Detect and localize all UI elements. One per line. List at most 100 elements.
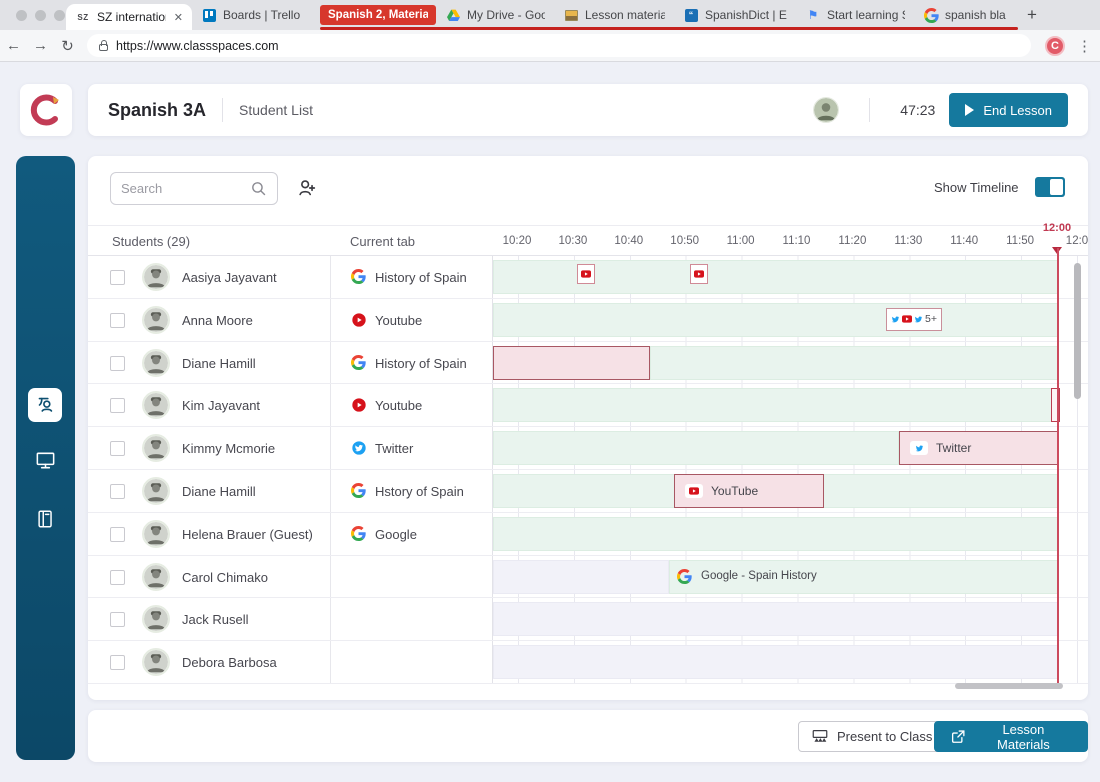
tab-close-icon[interactable]: ✕ — [174, 11, 183, 24]
browser-tab[interactable]: Boards | Trello — [192, 0, 320, 30]
current-tab-label: Twitter — [375, 441, 414, 457]
tab-favicon-image-icon — [563, 7, 579, 23]
timeline-youtube-marker[interactable] — [690, 264, 708, 284]
student-avatar — [142, 562, 170, 591]
new-tab-button[interactable]: + — [1018, 0, 1046, 30]
reload-button[interactable]: ↻ — [54, 37, 81, 55]
student-avatar — [142, 348, 170, 377]
timeline-strip — [492, 641, 1080, 683]
table-row[interactable]: Kim Jayavant Youtube — [88, 384, 1088, 428]
browser-toolbar: ← → ↻ https://www.classspaces.com C ⋮ — [0, 30, 1100, 62]
browser-tab[interactable]: My Drive - Google Driv — [436, 0, 554, 30]
minimize-window-button[interactable] — [35, 10, 46, 21]
horizontal-scrollbar[interactable] — [955, 683, 1063, 689]
time-tick-label: 11:20 — [838, 235, 867, 247]
table-row[interactable]: Anna Moore Youtube 5+ — [88, 298, 1088, 342]
timeline-event-sliver[interactable] — [1051, 388, 1060, 423]
back-button[interactable]: ← — [0, 37, 27, 54]
app-sidebar — [16, 156, 75, 760]
student-name: Debora Barbosa — [182, 655, 277, 671]
row-checkbox[interactable] — [110, 355, 125, 371]
end-lesson-button[interactable]: End Lesson — [949, 93, 1068, 127]
current-tab-cell: Youtube — [330, 384, 492, 427]
student-avatar — [142, 519, 170, 548]
row-checkbox[interactable] — [110, 270, 125, 285]
row-checkbox[interactable] — [110, 526, 125, 542]
timeline-active-bar — [493, 431, 899, 466]
row-checkbox[interactable] — [110, 655, 125, 671]
timeline-strip — [492, 341, 1080, 384]
browser-tab[interactable]: spanish bla - Google S — [914, 0, 1018, 30]
lesson-materials-button[interactable]: Lesson Materials — [934, 721, 1088, 752]
student-name: Diane Hamill — [182, 355, 256, 371]
sidebar-item-screens[interactable] — [33, 448, 58, 473]
maximize-window-button[interactable] — [54, 10, 65, 21]
row-checkbox[interactable] — [110, 483, 125, 499]
table-row[interactable]: Jack Rusell — [88, 598, 1088, 642]
browser-tab[interactable]: SZ SZ international ✕ — [66, 4, 192, 30]
browser-tab[interactable]: “ SpanishDict | English t — [674, 0, 796, 30]
table-row[interactable]: Carol Chimako Google - Spain History — [88, 555, 1088, 599]
show-timeline-toggle[interactable] — [1035, 177, 1065, 197]
table-row[interactable]: Diane Hamill History of Spain — [88, 341, 1088, 385]
row-checkbox[interactable] — [110, 441, 125, 457]
sidebar-item-materials[interactable] — [33, 506, 58, 531]
present-to-class-button[interactable]: Present to Class — [798, 721, 946, 752]
search-box[interactable] — [110, 172, 278, 205]
student-name: Aasiya Jayavant — [182, 270, 277, 285]
lesson-timer: 47:23 — [900, 102, 936, 118]
header-divider-2 — [869, 98, 871, 122]
search-input[interactable] — [121, 181, 250, 196]
add-student-button[interactable] — [296, 177, 318, 204]
browser-profile-avatar[interactable]: C — [1045, 35, 1065, 56]
timeline-youtube-chip[interactable]: YouTube — [674, 473, 824, 508]
window-controls[interactable] — [16, 10, 65, 21]
class-title: Spanish 3A — [108, 99, 207, 120]
table-row[interactable]: Kimmy Mcmorie Twitter Twitter — [88, 427, 1088, 470]
timeline-strip — [492, 598, 1080, 641]
row-checkbox[interactable] — [110, 398, 125, 414]
timeline-twitter-chip[interactable]: Twitter — [899, 431, 1059, 466]
close-window-button[interactable] — [16, 10, 27, 21]
student-avatar — [142, 391, 170, 420]
browser-tabs: SZ SZ international ✕ Boards | Trello Spanis… — [66, 0, 1046, 30]
student-list-panel: Show Timeline Students (29) Current tab … — [88, 156, 1088, 700]
student-rows: Aasiya Jayavant History of Spain Anna Moor… — [88, 248, 1088, 684]
sidebar-item-students[interactable] — [28, 388, 62, 422]
row-checkbox[interactable] — [110, 312, 125, 328]
timeline-youtube-marker[interactable] — [577, 264, 595, 284]
row-checkbox[interactable] — [110, 569, 125, 585]
teacher-avatar[interactable] — [813, 97, 840, 123]
present-screen-icon — [812, 729, 828, 742]
time-tick-label: 11:50 — [1006, 235, 1035, 247]
book-icon — [37, 509, 52, 528]
app-logo[interactable] — [20, 84, 72, 136]
table-row[interactable]: Diane Hamill Hstory of Spain YouTube — [88, 469, 1088, 513]
student-name: Anna Moore — [182, 312, 253, 328]
browser-tab[interactable]: Spanish 2, Materials — [320, 5, 436, 25]
vertical-scrollbar[interactable] — [1074, 263, 1081, 399]
tab-label: SpanishDict | English t — [705, 8, 787, 22]
row-checkbox[interactable] — [110, 612, 125, 628]
current-tab-cell — [330, 598, 492, 641]
timeline-google-label: Google - Spain History — [677, 568, 817, 584]
timeline-axis: 10:20 10:30 10:40 10:50 11:00 11:10 11:20 11:30… — [492, 222, 1088, 257]
current-tab-google-icon — [351, 354, 367, 371]
footer-bar: Present to Class Lesson Materials — [88, 710, 1088, 762]
table-row[interactable]: Debora Barbosa — [88, 641, 1088, 684]
table-row[interactable]: Helena Brauer (Guest) Google — [88, 512, 1088, 556]
current-time-label: 12:00 — [1042, 222, 1072, 234]
student-avatar — [142, 434, 170, 463]
forward-button[interactable]: → — [27, 37, 54, 54]
browser-tab[interactable]: Lesson materials - Tea — [554, 0, 674, 30]
timeline-multi-site-chip[interactable]: 5+ — [886, 307, 942, 331]
table-row[interactable]: Aasiya Jayavant History of Spain — [88, 256, 1088, 299]
address-bar[interactable]: https://www.classspaces.com — [87, 34, 1031, 57]
current-tab-label: History of Spain — [375, 355, 467, 371]
tab-favicon-flag-icon: ⚑ — [807, 8, 819, 22]
browser-tab[interactable]: ⚑ Start learning Spanish — [796, 0, 914, 30]
browser-menu-icon[interactable]: ⋮ — [1077, 37, 1093, 55]
time-tick-label: 10:30 — [558, 235, 588, 247]
toggle-knob — [1050, 179, 1063, 195]
current-tab-label: Youtube — [375, 398, 423, 414]
